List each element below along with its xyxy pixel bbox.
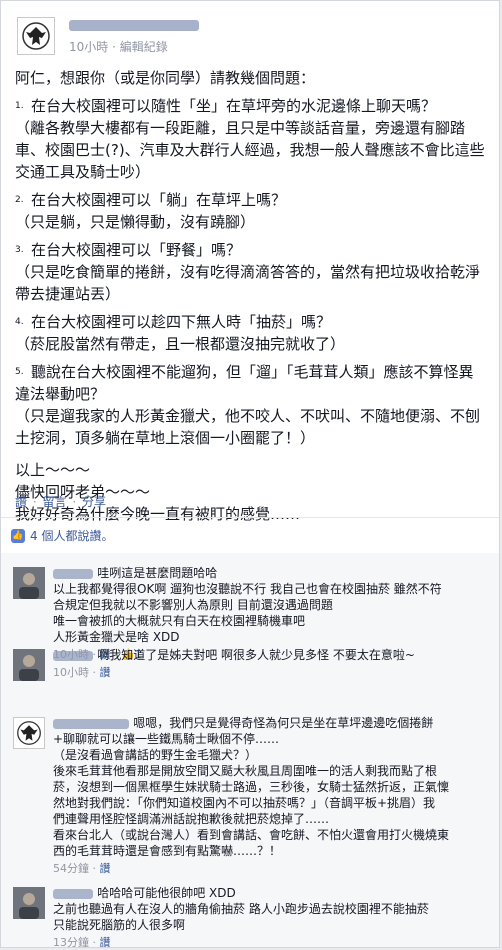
question-detail: （只是吃食簡單的捲餅，沒有吃得滴滴答答的，當然有把垃圾收拾乾淨: [15, 263, 481, 281]
question-detail: 土挖洞，頂多躺在草地上滾個一小圈罷了！）: [15, 429, 316, 447]
question-number: 1.: [15, 101, 24, 111]
author-name[interactable]: [69, 17, 199, 33]
question-text: 在台大校園裡可以「野餐」嗎？: [31, 241, 242, 259]
comment-text: 西的毛茸茸時還是會感到有點驚嚇……？！: [53, 844, 282, 858]
edit-history-link[interactable]: 編輯紀錄: [120, 40, 168, 54]
question-item: 5. 聽說在台大校園裡不能遛狗，但「遛」「毛茸茸人類」應該不算怪異違法舉動吧？ （只…: [15, 361, 489, 449]
commenter-name[interactable]: [53, 566, 97, 580]
post-header: 10小時 · 編輯紀錄: [11, 11, 489, 55]
comment-body: 啊我知道了是姊夫對吧 啊很多人就少見多怪 不要太在意啦~ 10小時 · 讚: [53, 647, 487, 681]
commenter-name[interactable]: [53, 886, 97, 900]
comment-text: 啊我知道了是姊夫對吧 啊很多人就少見多怪 不要太在意啦~: [97, 648, 415, 662]
question-detail: （離各教學大樓都有一段距離，且只是中等談話音量，旁邊還有腳踏: [15, 119, 466, 137]
comments-section: 哇咧這是甚麼問題哈哈以上我都覺得很OK啊 遛狗也沒聽說不行 我自己也會在校園抽菸…: [1, 553, 499, 947]
comment-time[interactable]: 54分鐘: [53, 862, 89, 875]
commenter-avatar[interactable]: [13, 649, 45, 681]
comment-time[interactable]: 10小時: [53, 666, 89, 679]
commenter-name[interactable]: [53, 716, 133, 730]
comment-meta: 10小時 · 讚: [53, 666, 111, 679]
question-list: 1. 在台大校園裡可以隨性「坐」在草坪旁的水泥邊條上聊天嗎？ （離各教學大樓都有一段…: [15, 95, 489, 449]
comment-body: 哈哈哈可能他很帥吧 XDD 之前也聽過有人在沒人的牆角偷抽菸 路人小跑步過去說校園…: [53, 885, 487, 948]
question-item: 2. 在台大校園裡可以「躺」在草坪上嗎？ （只是躺，只是懶得動，沒有蹺腳）: [15, 189, 489, 233]
comment-like-link[interactable]: 讚: [100, 666, 111, 679]
thumbs-up-icon: 👍: [11, 528, 25, 543]
comment-text: 只能說死腦筋的人很多啊: [53, 918, 186, 932]
comment-text: 人形黃金獵犬是啥 XDD: [53, 630, 180, 644]
question-detail: （只是躺，只是懶得動，沒有蹺腳）: [15, 213, 256, 231]
question-text: 在台大校園裡可以趁四下無人時「抽菸」嗎？: [31, 313, 332, 331]
author-avatar[interactable]: [17, 17, 55, 55]
divider: [1, 517, 499, 518]
question-detail: （菸屁股當然有帶走，且一根都還沒抽完就收了）: [15, 335, 346, 353]
post-greeting: 阿仁，想跟你（或是你同學）請教幾個問題：: [15, 69, 316, 87]
comment-text: 合規定但我就以不影響別人為原則 目前還沒遇過問題: [53, 598, 333, 612]
question-item: 4. 在台大校園裡可以趁四下無人時「抽菸」嗎？ （菸屁股當然有帶走，且一根都還沒抽完…: [15, 311, 489, 355]
post-card: 10小時 · 編輯紀錄 阿仁，想跟你（或是你同學）請教幾個問題： 1. 在台大校園…: [0, 0, 500, 948]
comment-meta: 54分鐘 · 讚: [53, 862, 111, 875]
question-detail: 帶去捷運站丟）: [15, 285, 121, 303]
question-detail: 違法舉動吧？: [15, 385, 106, 403]
question-detail: 車、校園巴士(?)、汽車及大群行人經過，我想一般人聲應該不會比這些: [15, 141, 485, 159]
comment-text: 唯一會被抓的大概就只有白天在校園裡騎機車吧: [53, 614, 306, 628]
question-text: 聽說在台大校園裡不能遛狗，但「遛」「毛茸茸人類」應該不算怪異: [31, 363, 474, 381]
comment-text: 然地對我們說：「你們知道校園內不可以抽菸嗎？」（音調平板+挑眉）我: [53, 796, 436, 810]
question-text: 在台大校園裡可以「躺」在草坪上嗎？: [31, 191, 287, 209]
comment-text: +聊聊就可以讓一些鐵馬騎士瞅個不停……: [53, 732, 280, 746]
comment-text: 後來毛茸茸他看那是開放空間又颳大秋風且周圍唯一的活人剩我而點了根: [53, 764, 438, 778]
eagle-crest-icon: [17, 721, 41, 745]
like-link[interactable]: 讚: [15, 495, 27, 509]
commenter-avatar[interactable]: [13, 567, 45, 599]
comment-text: 之前也聽過有人在沒人的牆角偷抽菸 路人小跑步過去說校園裡不能抽菸: [53, 902, 429, 916]
post-body: 阿仁，想跟你（或是你同學）請教幾個問題： 1. 在台大校園裡可以隨性「坐」在草坪旁…: [15, 67, 489, 525]
likes-text[interactable]: 4 個人都說讚。: [30, 527, 113, 544]
comment-time[interactable]: 13分鐘: [53, 936, 89, 947]
share-link[interactable]: 分享: [82, 495, 106, 509]
comment-text: 們連聲用怪腔怪調滿洲話說抱歉後就把菸熄掉了……: [53, 812, 330, 826]
question-number: 3.: [15, 245, 24, 255]
question-number: 4.: [15, 317, 24, 327]
comment-text: 菸，沒想到一個黑框學生妹狀騎士路過，三秒後，女騎士猛然折返，正氣懍: [53, 780, 450, 794]
comment-text: 哇咧這是甚麼問題哈哈: [97, 566, 218, 580]
commenter-name[interactable]: [53, 648, 97, 662]
person-photo-icon: [13, 887, 45, 919]
question-detail: 交通工具及騎士吵）: [15, 163, 151, 181]
post-actions: 讚 · 留言 · 分享: [15, 495, 107, 509]
comment-text: 哈哈哈可能他很帥吧 XDD: [97, 886, 236, 900]
comment-body: 嗯嗯，我們只是覺得奇怪為何只是坐在草坪邊邊吃個捲餅 +聊聊就可以讓一些鐵馬騎士瞅個…: [53, 715, 487, 877]
post-meta: 10小時 · 編輯紀錄: [69, 40, 168, 54]
comment-text: 以上我都覺得很OK啊 遛狗也沒聽說不行 我自己也會在校園抽菸 雖然不符: [53, 582, 442, 596]
question-item: 1. 在台大校園裡可以隨性「坐」在草坪旁的水泥邊條上聊天嗎？ （離各教學大樓都有一段…: [15, 95, 489, 183]
question-detail: （只是遛我家的人形黃金獵犬，他不咬人、不吠叫、不隨地便溺、不刨: [15, 407, 481, 425]
eagle-crest-icon: [22, 22, 50, 50]
closing-line: 以上～～～: [15, 461, 91, 479]
commenter-avatar[interactable]: [13, 887, 45, 919]
comment-like-link[interactable]: 讚: [100, 936, 111, 947]
question-text: 在台大校園裡可以隨性「坐」在草坪旁的水泥邊條上聊天嗎？: [31, 97, 437, 115]
person-photo-icon: [13, 649, 45, 681]
question-item: 3. 在台大校園裡可以「野餐」嗎？ （只是吃食簡單的捲餅，沒有吃得滴滴答答的，當然有…: [15, 239, 489, 305]
comment-meta: 13分鐘 · 讚: [53, 936, 111, 948]
comment-link[interactable]: 留言: [43, 495, 67, 509]
question-number: 5.: [15, 367, 24, 377]
post-time[interactable]: 10小時: [69, 40, 108, 54]
comment-text: 嗯嗯，我們只是覺得奇怪為何只是坐在草坪邊邊吃個捲餅: [133, 716, 434, 730]
person-photo-icon: [13, 567, 45, 599]
likes-summary[interactable]: 👍 4 個人都說讚。: [11, 527, 113, 544]
comment-text: 看來台北人（或說台灣人）看到會講話、會吃餅、不怕火還會用打火機燒東: [53, 828, 450, 842]
comment-like-link[interactable]: 讚: [100, 862, 111, 875]
commenter-avatar[interactable]: [13, 717, 45, 749]
comment-text: （是沒看過會講話的野生金毛獵犬？）: [53, 748, 258, 762]
question-number: 2.: [15, 195, 24, 205]
